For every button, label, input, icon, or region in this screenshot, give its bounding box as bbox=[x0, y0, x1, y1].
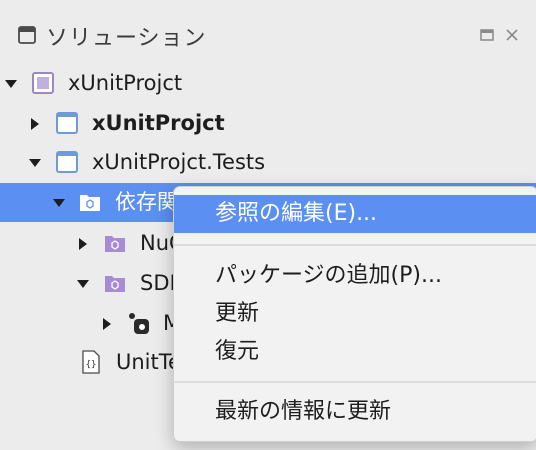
expand-down-icon[interactable] bbox=[4, 76, 18, 90]
menu-separator bbox=[174, 244, 536, 246]
menu-item-label: パッケージの追加(P)... bbox=[215, 263, 442, 288]
folder-icon bbox=[103, 271, 127, 295]
solution-pad: ソリューション xUnitProjct xUnitProjct xUnitPro… bbox=[0, 0, 536, 450]
tree-label: xUnitProjct bbox=[68, 71, 183, 95]
pad-header: ソリューション bbox=[0, 0, 536, 70]
menu-item-refresh[interactable]: 最新の情報に更新 bbox=[174, 393, 536, 431]
context-menu: 参照の編集(E)... パッケージの追加(P)... 更新 復元 最新の情報に更… bbox=[173, 186, 536, 442]
solution-pad-icon bbox=[18, 26, 36, 44]
folder-icon bbox=[78, 190, 102, 214]
tree-label: 依存関 bbox=[115, 190, 178, 214]
tree-row-solution[interactable]: xUnitProjct bbox=[0, 64, 536, 103]
menu-item-restore[interactable]: 復元 bbox=[174, 333, 536, 371]
tree-row-test-project[interactable]: xUnitProjct.Tests bbox=[0, 143, 536, 182]
tree-label: UnitTe bbox=[116, 350, 181, 374]
menu-item-update[interactable]: 更新 bbox=[174, 295, 536, 333]
close-icon[interactable] bbox=[504, 27, 520, 43]
project-icon bbox=[55, 150, 79, 174]
package-icon bbox=[127, 311, 151, 335]
expand-down-icon[interactable] bbox=[28, 155, 42, 169]
menu-item-label: 参照の編集(E)... bbox=[215, 201, 378, 226]
tree-row-project[interactable]: xUnitProjct bbox=[0, 104, 536, 143]
expand-right-icon[interactable] bbox=[28, 116, 42, 130]
expand-down-icon[interactable] bbox=[52, 195, 66, 209]
menu-item-label: 最新の情報に更新 bbox=[215, 399, 392, 424]
code-file-icon: {} bbox=[79, 350, 103, 374]
maximize-icon[interactable] bbox=[479, 27, 495, 43]
tree-label: xUnitProjct.Tests bbox=[92, 150, 266, 174]
menu-item-label: 復元 bbox=[215, 339, 260, 364]
project-icon bbox=[55, 111, 79, 135]
menu-separator bbox=[174, 381, 536, 383]
solution-icon bbox=[31, 71, 55, 95]
menu-item-add-package[interactable]: パッケージの追加(P)... bbox=[174, 257, 536, 295]
svg-text:{}: {} bbox=[86, 360, 97, 370]
pad-title: ソリューション bbox=[46, 26, 207, 51]
expand-right-icon[interactable] bbox=[100, 316, 114, 330]
expand-down-icon[interactable] bbox=[76, 276, 90, 290]
menu-item-edit-references[interactable]: 参照の編集(E)... bbox=[174, 195, 536, 233]
expand-right-icon[interactable] bbox=[76, 236, 90, 250]
tree-label: xUnitProjct bbox=[92, 111, 225, 135]
menu-item-label: 更新 bbox=[215, 301, 260, 326]
folder-icon bbox=[103, 231, 127, 255]
